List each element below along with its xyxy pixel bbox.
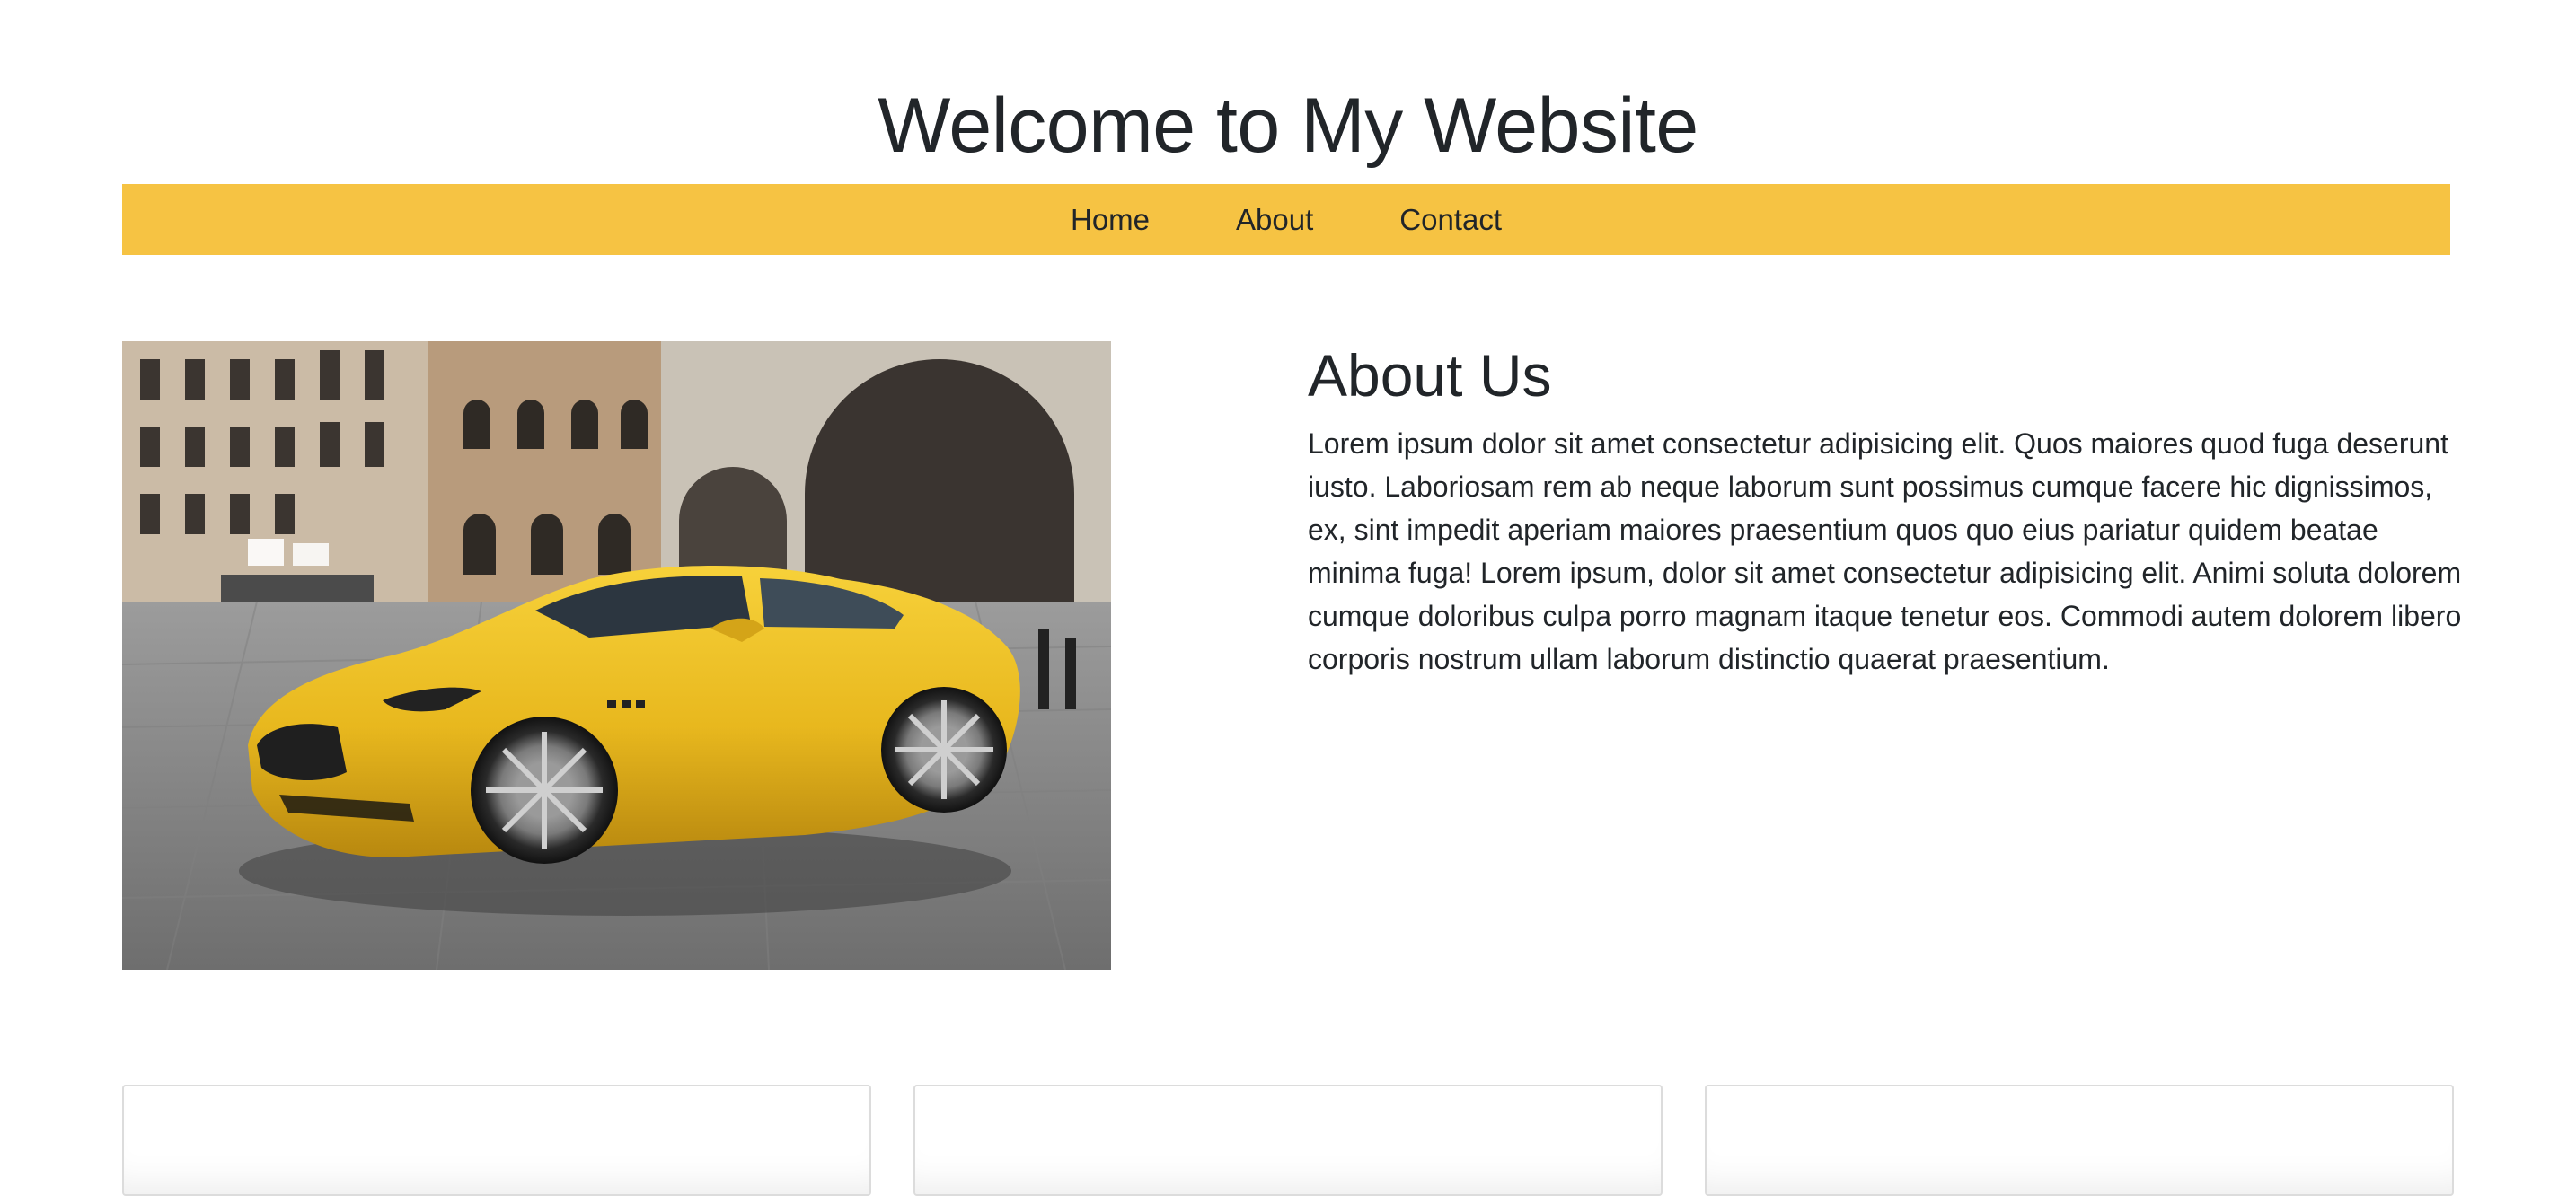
about-section: About Us Lorem ipsum dolor sit amet cons…	[1308, 339, 2475, 681]
nav-link-home[interactable]: Home	[1071, 184, 1150, 255]
hero-car-image	[122, 341, 1111, 970]
site-header: Welcome to My Website	[0, 0, 2576, 180]
about-heading: About Us	[1308, 342, 1552, 409]
card-2	[913, 1085, 1663, 1196]
main-navbar: Home About Contact	[122, 184, 2450, 255]
nav-link-about[interactable]: About	[1236, 184, 1313, 255]
card-3	[1705, 1085, 2454, 1196]
card-1	[122, 1085, 871, 1196]
about-body-text: Lorem ipsum dolor sit amet consectetur a…	[1308, 427, 2462, 675]
site-title: Welcome to My Website	[878, 83, 1698, 169]
nav-link-contact[interactable]: Contact	[1399, 184, 1502, 255]
